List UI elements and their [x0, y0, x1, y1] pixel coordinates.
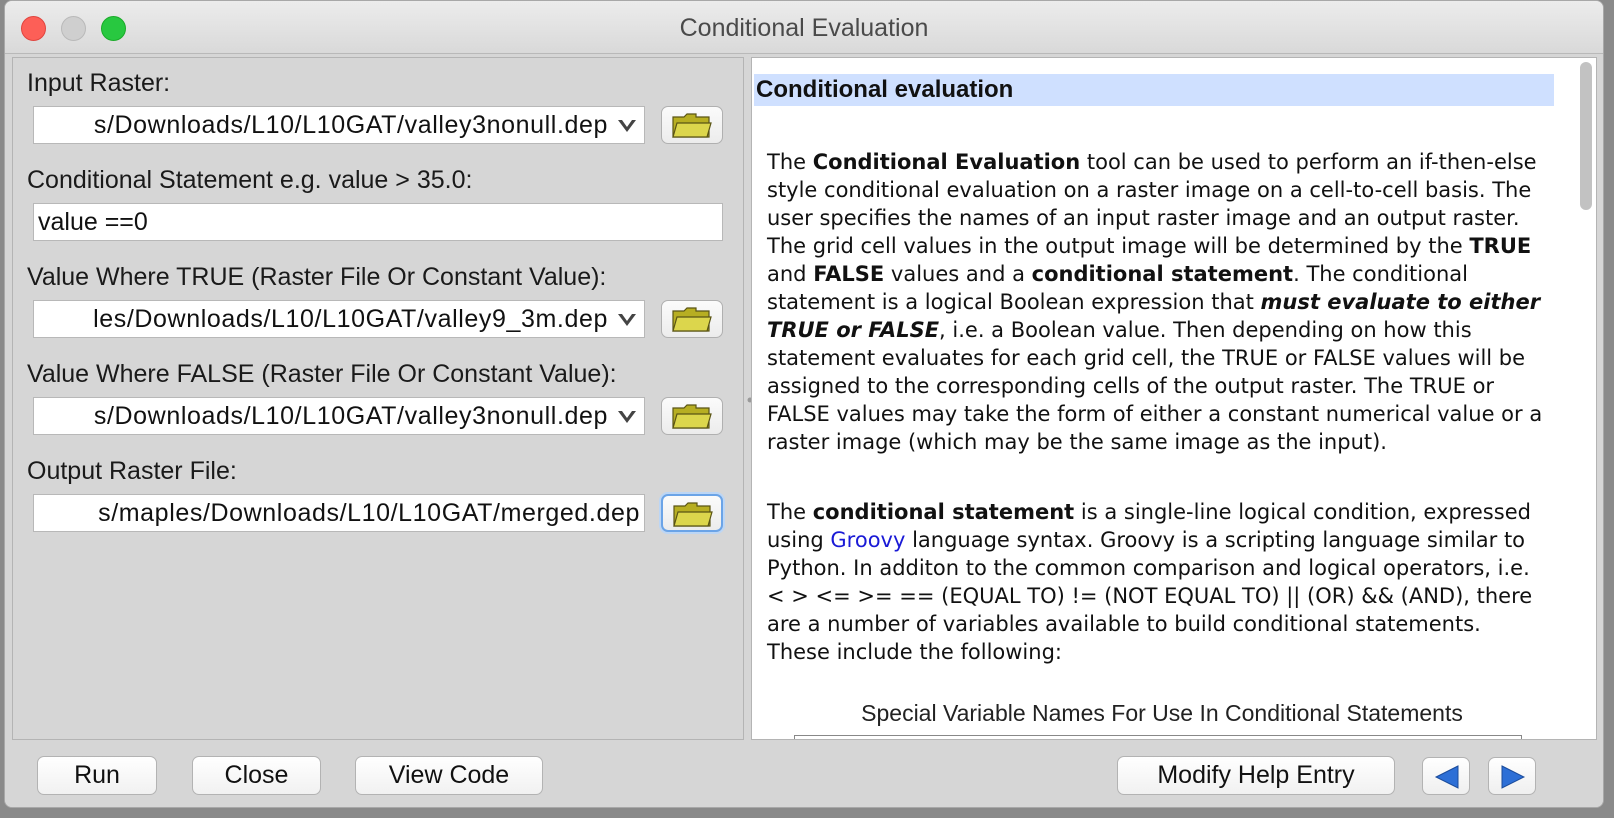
value-true-browse-button[interactable]: [661, 300, 723, 338]
folder-icon: [672, 404, 712, 429]
help-text: The: [767, 500, 813, 524]
dialog-window: Conditional Evaluation Input Raster: s/D…: [4, 0, 1604, 808]
variables-table-caption: Special Variable Names For Use In Condit…: [861, 700, 1463, 726]
value-false-value: s/Downloads/L10/L10GAT/valley3nonull.dep: [93, 402, 608, 430]
conditional-statement-input[interactable]: value ==0: [33, 203, 723, 241]
output-raster-input[interactable]: s/maples/Downloads/L10/L10GAT/merged.dep: [33, 494, 645, 532]
value-true-label: Value Where TRUE (Raster File Or Constan…: [27, 263, 607, 291]
folder-icon: [672, 113, 712, 138]
value-false-combo[interactable]: s/Downloads/L10/L10GAT/valley3nonull.dep: [33, 397, 645, 435]
conditional-statement-value: value ==0: [38, 208, 148, 236]
arrow-left-icon: [1434, 765, 1459, 789]
help-text-bold: conditional statement: [812, 500, 1075, 524]
parameters-panel: Input Raster: s/Downloads/L10/L10GAT/val…: [12, 57, 744, 740]
help-text-bold: TRUE: [1469, 234, 1532, 258]
value-false-browse-button[interactable]: [661, 397, 723, 435]
help-heading: Conditional evaluation: [754, 74, 1554, 106]
input-raster-combo[interactable]: s/Downloads/L10/L10GAT/valley3nonull.dep: [33, 106, 645, 144]
help-paragraph-2: The conditional statement is a single-li…: [767, 498, 1547, 666]
output-raster-label: Output Raster File:: [27, 457, 237, 485]
run-button[interactable]: Run: [37, 756, 157, 795]
value-true-combo[interactable]: les/Downloads/L10/L10GAT/valley9_3m.dep: [33, 300, 645, 338]
help-text-bold: Conditional Evaluation: [812, 150, 1081, 174]
help-back-button[interactable]: [1422, 757, 1470, 795]
button-bar: Run Close View Code Modify Help Entry: [5, 743, 1603, 807]
help-scrollbar[interactable]: [1576, 60, 1594, 736]
help-forward-button[interactable]: [1488, 757, 1536, 795]
view-code-button[interactable]: View Code: [355, 756, 543, 795]
help-text: The: [767, 150, 813, 174]
modify-help-entry-button[interactable]: Modify Help Entry: [1117, 756, 1395, 795]
variables-table: [794, 735, 1522, 739]
chevron-down-icon: [618, 120, 636, 132]
chevron-down-icon: [618, 314, 636, 326]
help-text: values and a: [884, 262, 1032, 286]
folder-icon: [673, 502, 713, 527]
input-raster-value: s/Downloads/L10/L10GAT/valley3nonull.dep: [93, 111, 608, 139]
help-paragraph-1: The Conditional Evaluation tool can be u…: [767, 148, 1547, 456]
output-raster-browse-button[interactable]: [661, 494, 723, 532]
close-button[interactable]: Close: [192, 756, 321, 795]
value-false-label: Value Where FALSE (Raster File Or Consta…: [27, 360, 617, 388]
arrow-right-icon: [1501, 765, 1526, 789]
conditional-statement-label: Conditional Statement e.g. value > 35.0:: [27, 166, 473, 194]
scrollbar-thumb[interactable]: [1580, 62, 1592, 210]
window-title: Conditional Evaluation: [679, 14, 929, 42]
chevron-down-icon: [618, 411, 636, 423]
input-raster-label: Input Raster:: [27, 69, 171, 97]
output-raster-value: s/maples/Downloads/L10/L10GAT/merged.dep: [98, 499, 640, 527]
help-panel: Conditional evaluation The Conditional E…: [751, 57, 1597, 740]
folder-icon: [672, 307, 712, 332]
title-bar: Conditional Evaluation: [5, 1, 1603, 54]
help-text: and: [767, 262, 814, 286]
groovy-link[interactable]: Groovy: [830, 528, 905, 552]
help-text-bold: conditional statement: [1031, 262, 1294, 286]
value-true-value: les/Downloads/L10/L10GAT/valley9_3m.dep: [93, 305, 608, 333]
help-text-bold: FALSE: [813, 262, 885, 286]
input-raster-browse-button[interactable]: [661, 106, 723, 144]
